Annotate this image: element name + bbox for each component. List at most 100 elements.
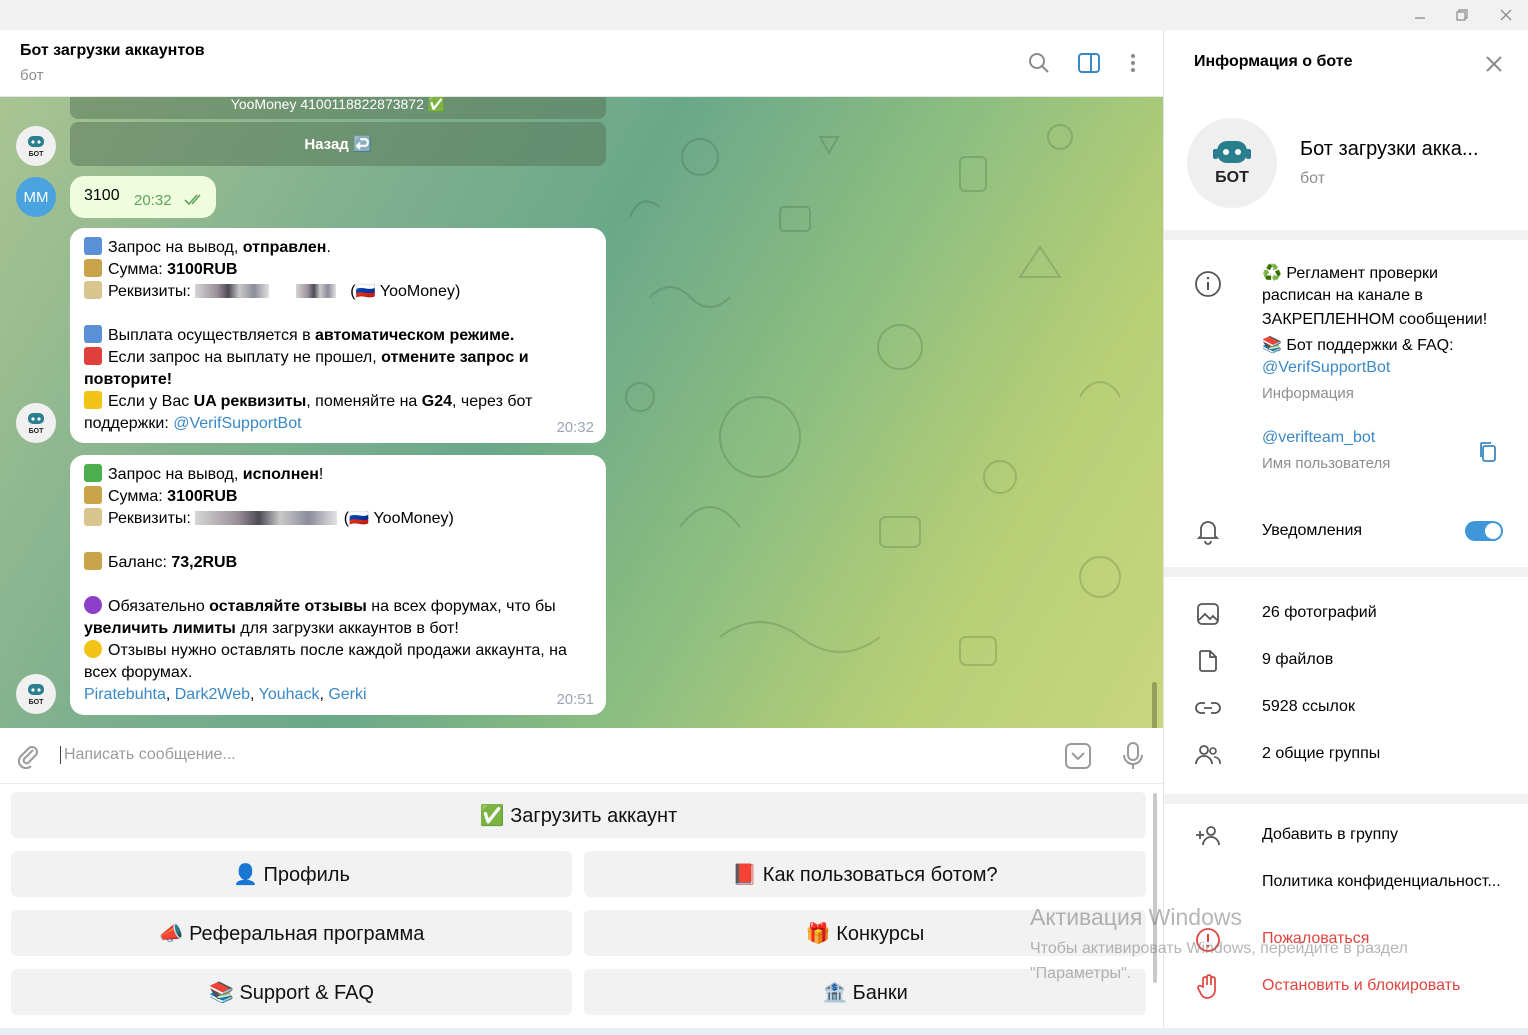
bot-avatar[interactable]: БОТ	[16, 126, 56, 166]
shared-links[interactable]: 5928 ссылок	[1262, 698, 1355, 716]
bot-logo-icon: БОТ	[28, 413, 44, 435]
svg-text:БОТ: БОТ	[29, 151, 44, 158]
outgoing-message[interactable]: 3100 20:32	[70, 176, 216, 218]
group-icon	[1194, 741, 1222, 769]
purple-circle-emoji-icon	[84, 596, 102, 614]
bot-description-line: ЗАКРЕПЛЕННОМ сообщении!	[1262, 311, 1488, 328]
common-groups[interactable]: 2 общие группы	[1262, 745, 1380, 763]
keyboard-button-how-to-use[interactable]: 📕 Как пользоваться ботом?	[584, 851, 1146, 897]
copy-icon[interactable]	[1476, 440, 1500, 464]
close-window-icon[interactable]	[1492, 4, 1520, 26]
redacted-details	[195, 511, 338, 525]
windows-activation-watermark-title: Активация Windows	[1030, 904, 1242, 930]
add-to-group-button[interactable]: Добавить в группу	[1262, 826, 1398, 844]
shared-photos[interactable]: 26 фотографий	[1262, 604, 1377, 622]
redacted-details	[295, 284, 336, 298]
bot-avatar[interactable]: БОТ	[16, 674, 56, 714]
keyboard-button-profile[interactable]: 👤 Профиль	[11, 851, 572, 897]
user-avatar[interactable]: MM	[16, 177, 56, 217]
bot-description-line: 📚 Бот поддержки & FAQ:	[1262, 337, 1454, 354]
minimize-icon[interactable]	[1406, 4, 1434, 26]
window-titlebar	[0, 0, 1528, 30]
message-time: 20:32	[556, 419, 594, 436]
money-bag-emoji-icon	[84, 486, 102, 504]
keyboard-button-upload-account[interactable]: ✅ Загрузить аккаунт	[11, 792, 1146, 838]
money-bag-emoji-icon	[84, 259, 102, 277]
message-time: 20:51	[556, 691, 594, 708]
panel-separator	[1164, 794, 1528, 804]
bot-profile-avatar[interactable]: БОТ	[1187, 118, 1277, 208]
incoming-message-request-completed[interactable]: Запрос на вывод, исполнен! Сумма: 3100RU…	[70, 455, 606, 715]
bot-username[interactable]: @verifteam_bot	[1262, 429, 1375, 447]
shared-files[interactable]: 9 файлов	[1262, 651, 1333, 669]
support-bot-link[interactable]: @VerifSupportBot	[1262, 359, 1390, 377]
money-bag-emoji-icon	[84, 552, 102, 570]
bot-commands-icon[interactable]	[1064, 742, 1092, 770]
bot-logo-icon: БОТ	[28, 136, 44, 158]
link-icon	[1194, 694, 1222, 722]
message-text: 3100	[84, 187, 120, 204]
refresh-emoji-icon	[84, 237, 102, 255]
bot-logo-icon	[1213, 141, 1251, 163]
forum-link-piratebuhta[interactable]: Piratebuhta	[84, 686, 166, 703]
yellow-circle-emoji-icon	[84, 640, 102, 658]
incoming-message-request-sent[interactable]: Запрос на вывод, отправлен. Сумма: 3100R…	[70, 228, 606, 443]
svg-text:БОТ: БОТ	[29, 699, 44, 706]
forum-link-gerki[interactable]: Gerki	[328, 686, 366, 703]
windows-activation-watermark-text: Чтобы активировать Windows, перейдите в …	[1030, 940, 1408, 982]
red-square-emoji-icon	[84, 347, 102, 365]
panel-separator	[1164, 230, 1528, 240]
search-icon[interactable]	[1026, 50, 1052, 76]
message-composer: Написать сообщение...	[0, 728, 1163, 784]
bell-icon	[1194, 517, 1222, 545]
notifications-label: Уведомления	[1262, 522, 1363, 539]
credit-card-emoji-icon	[84, 281, 102, 299]
bot-avatar[interactable]: БОТ	[16, 403, 56, 443]
keyboard-button-support-faq[interactable]: 📚 Support & FAQ	[11, 969, 572, 1015]
attach-paperclip-icon[interactable]	[14, 742, 42, 770]
info-icon	[1194, 270, 1222, 298]
window-bottom-edge	[0, 1028, 1528, 1035]
microphone-icon[interactable]	[1120, 741, 1148, 771]
bot-description-line: расписан на канале в	[1262, 287, 1423, 304]
keyboard-button-referral[interactable]: 📣 Реферальная программа	[11, 910, 572, 956]
info-label: Информация	[1262, 385, 1354, 402]
panel-separator	[1164, 567, 1528, 577]
chat-messages-area[interactable]: YooMoney 4100118822873872 ✅ Назад ↩️ БОТ…	[0, 97, 1163, 728]
reply-keyboard: ✅ Загрузить аккаунт 👤 Профиль 📕 Как поль…	[0, 785, 1163, 1035]
message-input[interactable]: Написать сообщение...	[60, 746, 236, 764]
restore-icon[interactable]	[1448, 4, 1476, 26]
check-mark-emoji-icon	[84, 464, 102, 482]
more-menu-icon[interactable]	[1120, 50, 1146, 76]
forum-link-youhack[interactable]: Youhack	[259, 686, 320, 703]
panel-title: Информация о боте	[1194, 53, 1353, 70]
credit-card-emoji-icon	[84, 508, 102, 526]
bot-info-panel: Информация о боте БОТ Бот загрузки акка.…	[1164, 30, 1528, 1035]
file-icon	[1194, 647, 1222, 675]
bot-description-line: ♻️ Регламент проверки	[1262, 265, 1438, 282]
bot-profile-status: бот	[1300, 170, 1326, 187]
chat-scrollbar[interactable]	[1152, 682, 1157, 728]
add-user-icon	[1194, 822, 1222, 850]
redacted-details	[195, 284, 270, 298]
svg-text:БОТ: БОТ	[29, 428, 44, 435]
info-emoji-icon	[84, 325, 102, 343]
support-bot-link[interactable]: @VerifSupportBot	[173, 415, 301, 432]
bot-profile-name: Бот загрузки акка...	[1300, 138, 1479, 160]
yellow-square-emoji-icon	[84, 391, 102, 409]
chat-header: Бот загрузки аккаунтов бот	[0, 30, 1163, 97]
privacy-policy-button[interactable]: Политика конфиденциальност...	[1262, 873, 1501, 891]
close-icon[interactable]	[1482, 52, 1506, 76]
notifications-toggle[interactable]	[1465, 521, 1503, 541]
photo-icon	[1194, 600, 1222, 628]
sidebar-toggle-icon[interactable]	[1076, 50, 1102, 76]
read-checkmarks-icon	[184, 194, 201, 206]
bot-logo-icon: БОТ	[28, 684, 44, 706]
chat-title[interactable]: Бот загрузки аккаунтов	[20, 42, 205, 60]
inline-button-back[interactable]: Назад ↩️	[70, 122, 606, 166]
chat-status: бот	[20, 67, 44, 84]
forum-link-dark2web[interactable]: Dark2Web	[175, 686, 250, 703]
inline-button-yoomoney-partial[interactable]: YooMoney 4100118822873872 ✅	[70, 97, 606, 119]
message-time: 20:32	[134, 192, 172, 209]
username-label: Имя пользователя	[1262, 455, 1391, 472]
